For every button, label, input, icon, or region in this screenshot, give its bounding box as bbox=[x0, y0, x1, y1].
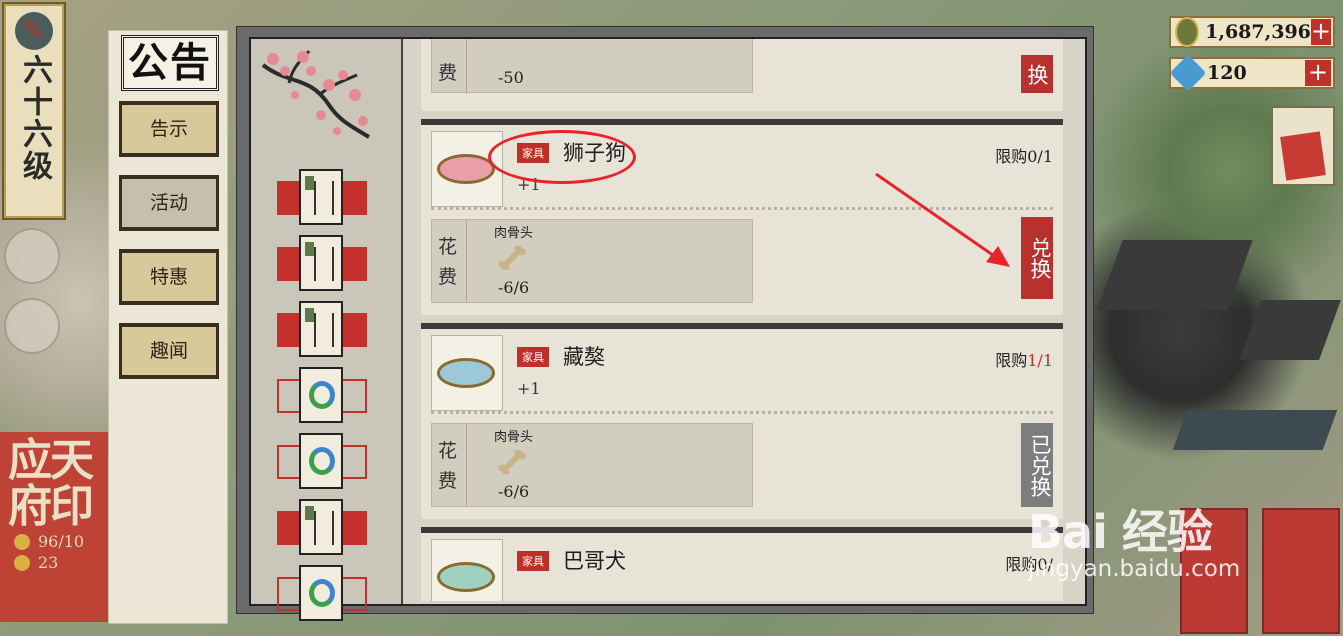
list-item: 家具 巴哥犬 限购0/ bbox=[421, 527, 1063, 601]
level-text: 六十六级 bbox=[17, 54, 52, 182]
exchange-list[interactable]: 费 -50 换 家具 狮子狗 +1 限购0/1 花费 肉骨头 -6/6 兑换 家… bbox=[417, 39, 1079, 601]
item-tag: 家具 bbox=[517, 551, 549, 571]
tab-news[interactable]: 趣闻 bbox=[119, 323, 219, 379]
add-coins-button[interactable]: + bbox=[1310, 19, 1331, 45]
exchanged-button: 已兑换 bbox=[1021, 423, 1053, 507]
city-seal-panel[interactable]: 应天府印 96/10 23 bbox=[0, 432, 112, 622]
cost-amount: -6/6 bbox=[498, 278, 530, 297]
event-icon-exchange[interactable] bbox=[277, 433, 367, 491]
coin-icon bbox=[14, 533, 30, 550]
exchange-button[interactable]: 兑换 bbox=[1021, 217, 1053, 299]
item-tag: 家具 bbox=[517, 347, 549, 367]
bottom-menu-button-2[interactable] bbox=[1262, 508, 1340, 634]
cost-label: 费 bbox=[438, 62, 458, 84]
event-rail bbox=[251, 39, 403, 621]
bone-icon bbox=[498, 450, 526, 474]
tab-notice[interactable]: 告示 bbox=[119, 101, 219, 157]
coin-icon bbox=[14, 554, 30, 571]
bone-icon bbox=[498, 246, 526, 270]
nav-title: 公告 bbox=[121, 35, 219, 91]
cost-amount: -6/6 bbox=[498, 482, 530, 501]
purchase-limit: 限购0/1 bbox=[995, 147, 1053, 166]
exchange-button[interactable]: 换 bbox=[1021, 55, 1053, 93]
item-thumbnail bbox=[431, 335, 503, 411]
cost-label: 花费 bbox=[438, 236, 458, 288]
task-list-button[interactable] bbox=[1271, 106, 1335, 186]
add-gems-button[interactable]: + bbox=[1305, 60, 1331, 86]
cost-label: 花费 bbox=[438, 440, 458, 492]
gem-icon bbox=[1169, 54, 1207, 92]
coin-currency: 1,687,396 + bbox=[1169, 16, 1335, 48]
coin-icon bbox=[1175, 17, 1200, 47]
gem-currency: 120 + bbox=[1169, 54, 1335, 92]
item-name: 藏獒 bbox=[563, 345, 605, 369]
item-thumbnail bbox=[431, 131, 503, 207]
left-menu-button-2[interactable] bbox=[4, 298, 60, 354]
event-icon-scroll[interactable] bbox=[277, 499, 367, 557]
event-icon-exchange-selected[interactable] bbox=[277, 367, 367, 425]
list-item: 费 -50 换 bbox=[421, 39, 1063, 111]
purchase-limit: 限购1/1 bbox=[995, 351, 1053, 370]
level-badge: ✎ 六十六级 bbox=[4, 4, 64, 218]
seal-stat-1: 96/10 bbox=[38, 532, 85, 551]
event-panel: 费 -50 换 家具 狮子狗 +1 限购0/1 花费 肉骨头 -6/6 兑换 家… bbox=[236, 26, 1094, 621]
coin-amount: 1,687,396 bbox=[1205, 21, 1311, 43]
seal-title: 应天府印 bbox=[8, 435, 94, 532]
item-name: 巴哥犬 bbox=[563, 549, 626, 573]
scroll-icon bbox=[1280, 131, 1326, 181]
material-name: 肉骨头 bbox=[494, 430, 534, 445]
baidu-watermark: Bai 经验 jingyan.baidu.com bbox=[1028, 496, 1240, 582]
event-icon-scroll[interactable] bbox=[277, 169, 367, 227]
cost-amount: -50 bbox=[498, 68, 524, 87]
event-icon-exchange[interactable] bbox=[277, 565, 367, 623]
tab-event[interactable]: 活动 bbox=[119, 175, 219, 231]
watermark-logo-text: Bai 经验 bbox=[1028, 505, 1213, 559]
item-quantity: +1 bbox=[517, 379, 541, 398]
event-icon-scroll[interactable] bbox=[277, 235, 367, 293]
watermark-url: jingyan.baidu.com bbox=[1028, 556, 1241, 582]
plum-blossom-icon bbox=[261, 50, 371, 139]
annotation-circle bbox=[488, 130, 636, 184]
event-icon-scroll[interactable] bbox=[277, 301, 367, 359]
brush-icon: ✎ bbox=[15, 12, 53, 50]
seal-stat-2: 23 bbox=[38, 553, 59, 572]
gem-amount: 120 bbox=[1207, 62, 1247, 84]
material-name: 肉骨头 bbox=[494, 226, 534, 241]
list-item: 家具 藏獒 +1 限购1/1 花费 肉骨头 -6/6 已兑换 bbox=[421, 323, 1063, 519]
tab-special-offer[interactable]: 特惠 bbox=[119, 249, 219, 305]
item-thumbnail bbox=[431, 539, 503, 601]
announcement-nav: 公告 告示 活动 特惠 趣闻 bbox=[108, 30, 228, 624]
left-menu-button-1[interactable] bbox=[4, 228, 60, 284]
